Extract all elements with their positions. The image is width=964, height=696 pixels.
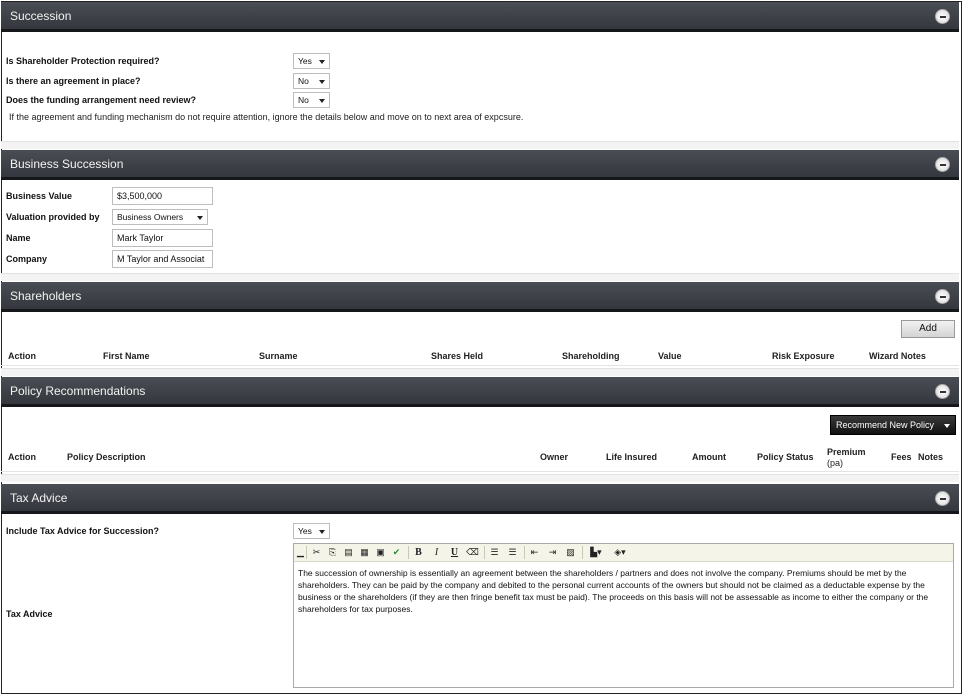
succession-header[interactable]: Succession (1, 2, 959, 32)
copy-icon[interactable]: ⎘ (326, 546, 339, 559)
section-title: Shareholders (10, 289, 82, 303)
tax-advice-editor[interactable]: ▁ ✂ ⎘ ▤ ▦ ▣ ✔ B I U ⌫ ☰ ☰ ⇤ ⇥ ▨ ▙▾ ◈▾ Th… (293, 543, 954, 688)
section-divider (1, 273, 959, 281)
collapse-icon[interactable] (935, 384, 950, 399)
collapse-icon[interactable] (935, 157, 950, 172)
toolbar-separator (582, 546, 583, 559)
eraser-icon[interactable]: ⌫ (466, 546, 479, 559)
chevron-down-icon (319, 99, 325, 103)
agreement-in-place-label: Is there an agreement in place? (6, 76, 141, 86)
button-label: Recommend New Policy (836, 420, 935, 430)
image-icon[interactable]: ▨ (564, 546, 577, 559)
ordered-list-icon[interactable]: ☰ (488, 546, 501, 559)
column-header-surname[interactable]: Surname (259, 351, 298, 361)
section-divider (1, 368, 959, 376)
column-header-fees[interactable]: Fees (891, 452, 912, 462)
tax-advice-label: Tax Advice (6, 609, 53, 619)
chevron-down-icon (319, 60, 325, 64)
funding-review-select[interactable]: No (293, 92, 330, 108)
policy-recommendations-header[interactable]: Policy Recommendations (1, 377, 959, 407)
outdent-icon[interactable]: ⇤ (528, 546, 541, 559)
paste-icon[interactable]: ▤ (342, 546, 355, 559)
bold-icon[interactable]: B (412, 546, 425, 559)
column-header-premium-unit: (pa) (827, 458, 844, 468)
funding-review-label: Does the funding arrangement need review… (6, 95, 197, 105)
section-title: Business Succession (10, 157, 124, 171)
recommend-new-policy-button[interactable]: Recommend New Policy (830, 415, 956, 435)
column-header-first-name[interactable]: First Name (103, 351, 150, 361)
chevron-down-icon (319, 80, 325, 84)
select-value: No (298, 76, 309, 86)
column-header-owner[interactable]: Owner (540, 452, 568, 462)
chevron-down-icon (944, 424, 950, 428)
text-color-icon[interactable]: ▙▾ (586, 546, 606, 559)
select-value: Business Owners (117, 212, 184, 222)
section-title: Succession (10, 9, 72, 23)
select-value: Yes (298, 526, 312, 536)
column-header-action[interactable]: Action (8, 351, 36, 361)
chevron-down-icon (319, 530, 325, 534)
paste-text-icon[interactable]: ▦ (358, 546, 371, 559)
shareholder-protection-select[interactable]: Yes (293, 53, 330, 69)
select-value: No (298, 95, 309, 105)
tax-advice-text[interactable]: The succession of ownership is essential… (298, 567, 945, 615)
chevron-down-icon (197, 216, 203, 220)
column-header-shares-held[interactable]: Shares Held (431, 351, 483, 361)
editor-toolbar: ▁ ✂ ⎘ ▤ ▦ ▣ ✔ B I U ⌫ ☰ ☰ ⇤ ⇥ ▨ ▙▾ ◈▾ (294, 544, 953, 562)
column-header-policy-description[interactable]: Policy Description (67, 452, 146, 462)
column-header-risk-exposure[interactable]: Risk Exposure (772, 351, 835, 361)
unordered-list-icon[interactable]: ☰ (506, 546, 519, 559)
toolbar-separator (484, 546, 485, 559)
company-input[interactable]: M Taylor and Associat (112, 250, 213, 268)
column-header-notes[interactable]: Notes (918, 452, 943, 462)
tax-advice-header[interactable]: Tax Advice (1, 484, 959, 514)
collapse-icon[interactable] (935, 491, 950, 506)
italic-icon[interactable]: I (430, 546, 443, 559)
toolbar-grip-icon: ▁ (297, 547, 304, 557)
table-divider (1, 471, 959, 472)
column-header-life-insured[interactable]: Life Insured (606, 452, 657, 462)
column-header-policy-status[interactable]: Policy Status (757, 452, 814, 462)
column-header-wizard-notes[interactable]: Wizard Notes (869, 351, 926, 361)
cut-icon[interactable]: ✂ (310, 546, 323, 559)
indent-icon[interactable]: ⇥ (546, 546, 559, 559)
toolbar-separator (524, 546, 525, 559)
valuation-provided-label: Valuation provided by (6, 212, 100, 222)
column-header-premium[interactable]: Premium (827, 447, 866, 457)
toolbar-separator (306, 546, 307, 559)
succession-note: If the agreement and funding mechanism d… (9, 112, 524, 122)
select-value: Yes (298, 56, 312, 66)
business-succession-header[interactable]: Business Succession (1, 150, 959, 180)
business-value-label: Business Value (6, 191, 73, 201)
company-label: Company (6, 254, 48, 264)
collapse-icon[interactable] (935, 9, 950, 24)
include-tax-advice-label: Include Tax Advice for Succession? (6, 526, 160, 536)
business-value-input[interactable]: $3,500,000 (112, 187, 213, 205)
toolbar-separator (408, 546, 409, 559)
section-divider (1, 141, 959, 149)
paste-word-icon[interactable]: ▣ (374, 546, 387, 559)
section-title: Policy Recommendations (10, 384, 146, 398)
spellcheck-icon[interactable]: ✔ (390, 546, 403, 559)
section-title: Tax Advice (10, 491, 68, 505)
name-input[interactable]: Mark Taylor (112, 229, 213, 247)
add-shareholder-button[interactable]: Add (901, 320, 955, 338)
shareholders-header[interactable]: Shareholders (1, 282, 959, 312)
valuation-provided-select[interactable]: Business Owners (112, 209, 208, 225)
column-header-action[interactable]: Action (8, 452, 36, 462)
include-tax-advice-select[interactable]: Yes (293, 523, 330, 539)
collapse-icon[interactable] (935, 289, 950, 304)
shareholder-protection-label: Is Shareholder Protection required? (6, 56, 160, 66)
name-label: Name (6, 233, 31, 243)
underline-icon[interactable]: U (448, 546, 461, 559)
table-divider (1, 365, 959, 366)
column-header-shareholding[interactable]: Shareholding (562, 351, 620, 361)
background-color-icon[interactable]: ◈▾ (610, 546, 630, 559)
column-header-value[interactable]: Value (658, 351, 682, 361)
column-header-amount[interactable]: Amount (692, 452, 726, 462)
section-divider (1, 474, 959, 482)
agreement-in-place-select[interactable]: No (293, 73, 330, 89)
